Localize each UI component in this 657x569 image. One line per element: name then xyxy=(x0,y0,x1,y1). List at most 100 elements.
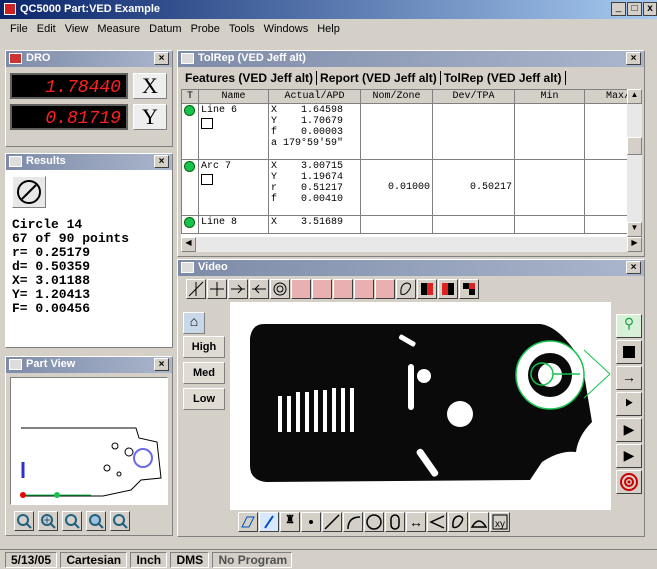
col-header-dev[interactable]: Dev/TPA xyxy=(432,89,515,104)
measure-point-icon[interactable] xyxy=(301,512,321,532)
tab-report[interactable]: Report (VED Jeff alt) xyxy=(317,71,441,85)
blob-probe-icon[interactable] xyxy=(396,279,416,299)
menu-view[interactable]: View xyxy=(65,23,89,35)
menu-file[interactable]: File xyxy=(10,23,28,35)
scroll-down-arrow-icon[interactable]: ▼ xyxy=(627,222,642,237)
zoom-window-icon[interactable] xyxy=(62,511,83,531)
light-med-button[interactable]: Med xyxy=(183,362,225,384)
tolrep-tabs: Features (VED Jeff alt) Report (VED Jeff … xyxy=(182,71,566,85)
row-name: Line 6 xyxy=(201,105,238,116)
light-low-button[interactable]: Low xyxy=(183,388,225,410)
next-arrow-icon[interactable]: → xyxy=(616,366,642,390)
measure-blob-icon[interactable] xyxy=(448,512,468,532)
col-header-min[interactable]: Min xyxy=(514,89,585,104)
part-view-title-bar: Part View × xyxy=(6,357,172,373)
menu-edit[interactable]: Edit xyxy=(37,23,56,35)
table-row[interactable]: Arc 7 X 3.00715 Y 1.19674 r 0.51217 f 0.… xyxy=(181,159,627,216)
measure-angle-icon[interactable] xyxy=(427,512,447,532)
col-header-actual[interactable]: Actual/APD xyxy=(268,89,361,104)
stop-icon[interactable] xyxy=(616,340,642,364)
tab-tolrep[interactable]: TolRep (VED Jeff alt) xyxy=(440,71,566,85)
run-to-end-icon[interactable]: ▶ xyxy=(616,444,642,468)
box-probe-2-icon[interactable] xyxy=(312,279,332,299)
box-probe-4-icon[interactable] xyxy=(354,279,374,299)
measure-contour-icon[interactable] xyxy=(469,512,489,532)
measure-line-icon[interactable] xyxy=(322,512,342,532)
pass-status-icon xyxy=(181,103,199,160)
circle-probe-icon[interactable] xyxy=(270,279,290,299)
col-header-nom[interactable]: Nom/Zone xyxy=(360,89,433,104)
scroll-left-arrow-icon[interactable]: ◀ xyxy=(181,237,196,252)
edge-left-icon[interactable] xyxy=(249,279,269,299)
pass-status-icon xyxy=(181,159,199,216)
measure-slot-icon[interactable] xyxy=(385,512,405,532)
row-name: Line 8 xyxy=(198,215,269,234)
part-view-title: Part View xyxy=(26,358,76,370)
col-header-name[interactable]: Name xyxy=(198,89,269,104)
tab-features[interactable]: Features (VED Jeff alt) xyxy=(182,71,318,85)
dro-close-button[interactable]: × xyxy=(154,52,169,65)
light-high-button[interactable]: High xyxy=(183,336,225,358)
zoom-in-icon[interactable] xyxy=(38,511,59,531)
zoom-fit-icon[interactable] xyxy=(110,511,131,531)
app-icon xyxy=(4,3,16,15)
target-icon[interactable] xyxy=(616,470,642,494)
play-step-icon[interactable]: ⯈ xyxy=(616,392,642,416)
measure-distance-icon[interactable]: ↔ xyxy=(406,512,426,532)
edge-right-icon[interactable] xyxy=(228,279,248,299)
app-title: QC5000 Part:VED Example xyxy=(20,3,161,15)
zoom-extents-icon[interactable] xyxy=(86,511,107,531)
measure-xy-icon[interactable]: xy xyxy=(490,512,510,532)
tolrep-vscrollbar[interactable]: ▲ ▼ xyxy=(627,89,642,237)
measure-circle-icon[interactable] xyxy=(364,512,384,532)
results-close-button[interactable]: × xyxy=(154,155,169,168)
contrast-2-icon[interactable] xyxy=(438,279,458,299)
video-icon xyxy=(181,262,194,273)
menu-tools[interactable]: Tools xyxy=(229,23,255,35)
minimize-button[interactable]: _ xyxy=(611,2,626,16)
status-date: 5/13/05 xyxy=(5,552,58,568)
measure-magic-icon[interactable] xyxy=(259,512,279,532)
menu-help[interactable]: Help xyxy=(317,23,340,35)
tolrep-hscrollbar[interactable]: ◀ ▶ xyxy=(181,237,642,252)
box-probe-3-icon[interactable] xyxy=(333,279,353,299)
play-icon[interactable]: ▶ xyxy=(616,418,642,442)
scroll-up-arrow-icon[interactable]: ▲ xyxy=(627,89,642,104)
crosshair-icon[interactable] xyxy=(207,279,227,299)
scroll-thumb[interactable] xyxy=(627,137,642,155)
menu-windows[interactable]: Windows xyxy=(264,23,309,35)
zoom-out-icon[interactable] xyxy=(14,511,34,531)
box-probe-5-icon[interactable] xyxy=(375,279,395,299)
tolrep-grid: T Name Actual/APD Nom/Zone Dev/TPA Min M… xyxy=(181,89,627,237)
contrast-1-icon[interactable] xyxy=(417,279,437,299)
part-view-close-button[interactable]: × xyxy=(154,358,169,371)
crosshair-star-icon[interactable] xyxy=(186,279,206,299)
table-row[interactable]: Line 8 X 3.51689 xyxy=(181,215,627,234)
tolrep-panel: TolRep (VED Jeff alt) × Features (VED Jef… xyxy=(177,50,645,257)
video-top-toolbar xyxy=(186,279,480,299)
scroll-right-arrow-icon[interactable]: ▶ xyxy=(627,237,642,252)
menu-probe[interactable]: Probe xyxy=(191,23,220,35)
probe-tool-icon[interactable]: ♜ xyxy=(280,512,300,532)
video-image[interactable] xyxy=(230,302,611,510)
menu-measure[interactable]: Measure xyxy=(97,23,140,35)
video-close-button[interactable]: × xyxy=(626,261,641,274)
col-header-type[interactable]: T xyxy=(181,89,199,104)
table-row[interactable]: Line 6 X 1.64598 Y 1.70679 f 0.00003 a 1… xyxy=(181,103,627,160)
auto-measure-icon[interactable] xyxy=(238,512,258,532)
maximize-button[interactable]: □ xyxy=(627,2,642,16)
lighting-home-icon[interactable]: ⌂ xyxy=(183,312,205,334)
col-header-max[interactable]: Max/ xyxy=(584,89,627,104)
tolrep-close-button[interactable]: × xyxy=(626,52,641,65)
contrast-3-icon[interactable] xyxy=(459,279,479,299)
measure-arc-icon[interactable] xyxy=(343,512,363,532)
results-panel: Results × Circle 14 67 of 90 points r= 0.… xyxy=(5,153,173,348)
green-bulb-icon[interactable]: ⚲ xyxy=(616,314,642,338)
part-view-canvas[interactable] xyxy=(10,377,168,505)
menu-datum[interactable]: Datum xyxy=(149,23,181,35)
close-button[interactable]: x xyxy=(643,2,657,16)
box-probe-1-icon[interactable] xyxy=(291,279,311,299)
dro-y-button[interactable]: Y xyxy=(133,104,167,130)
video-right-toolbar: ⚲ → ⯈ ▶ ▶ xyxy=(616,312,642,496)
dro-x-button[interactable]: X xyxy=(133,73,167,99)
